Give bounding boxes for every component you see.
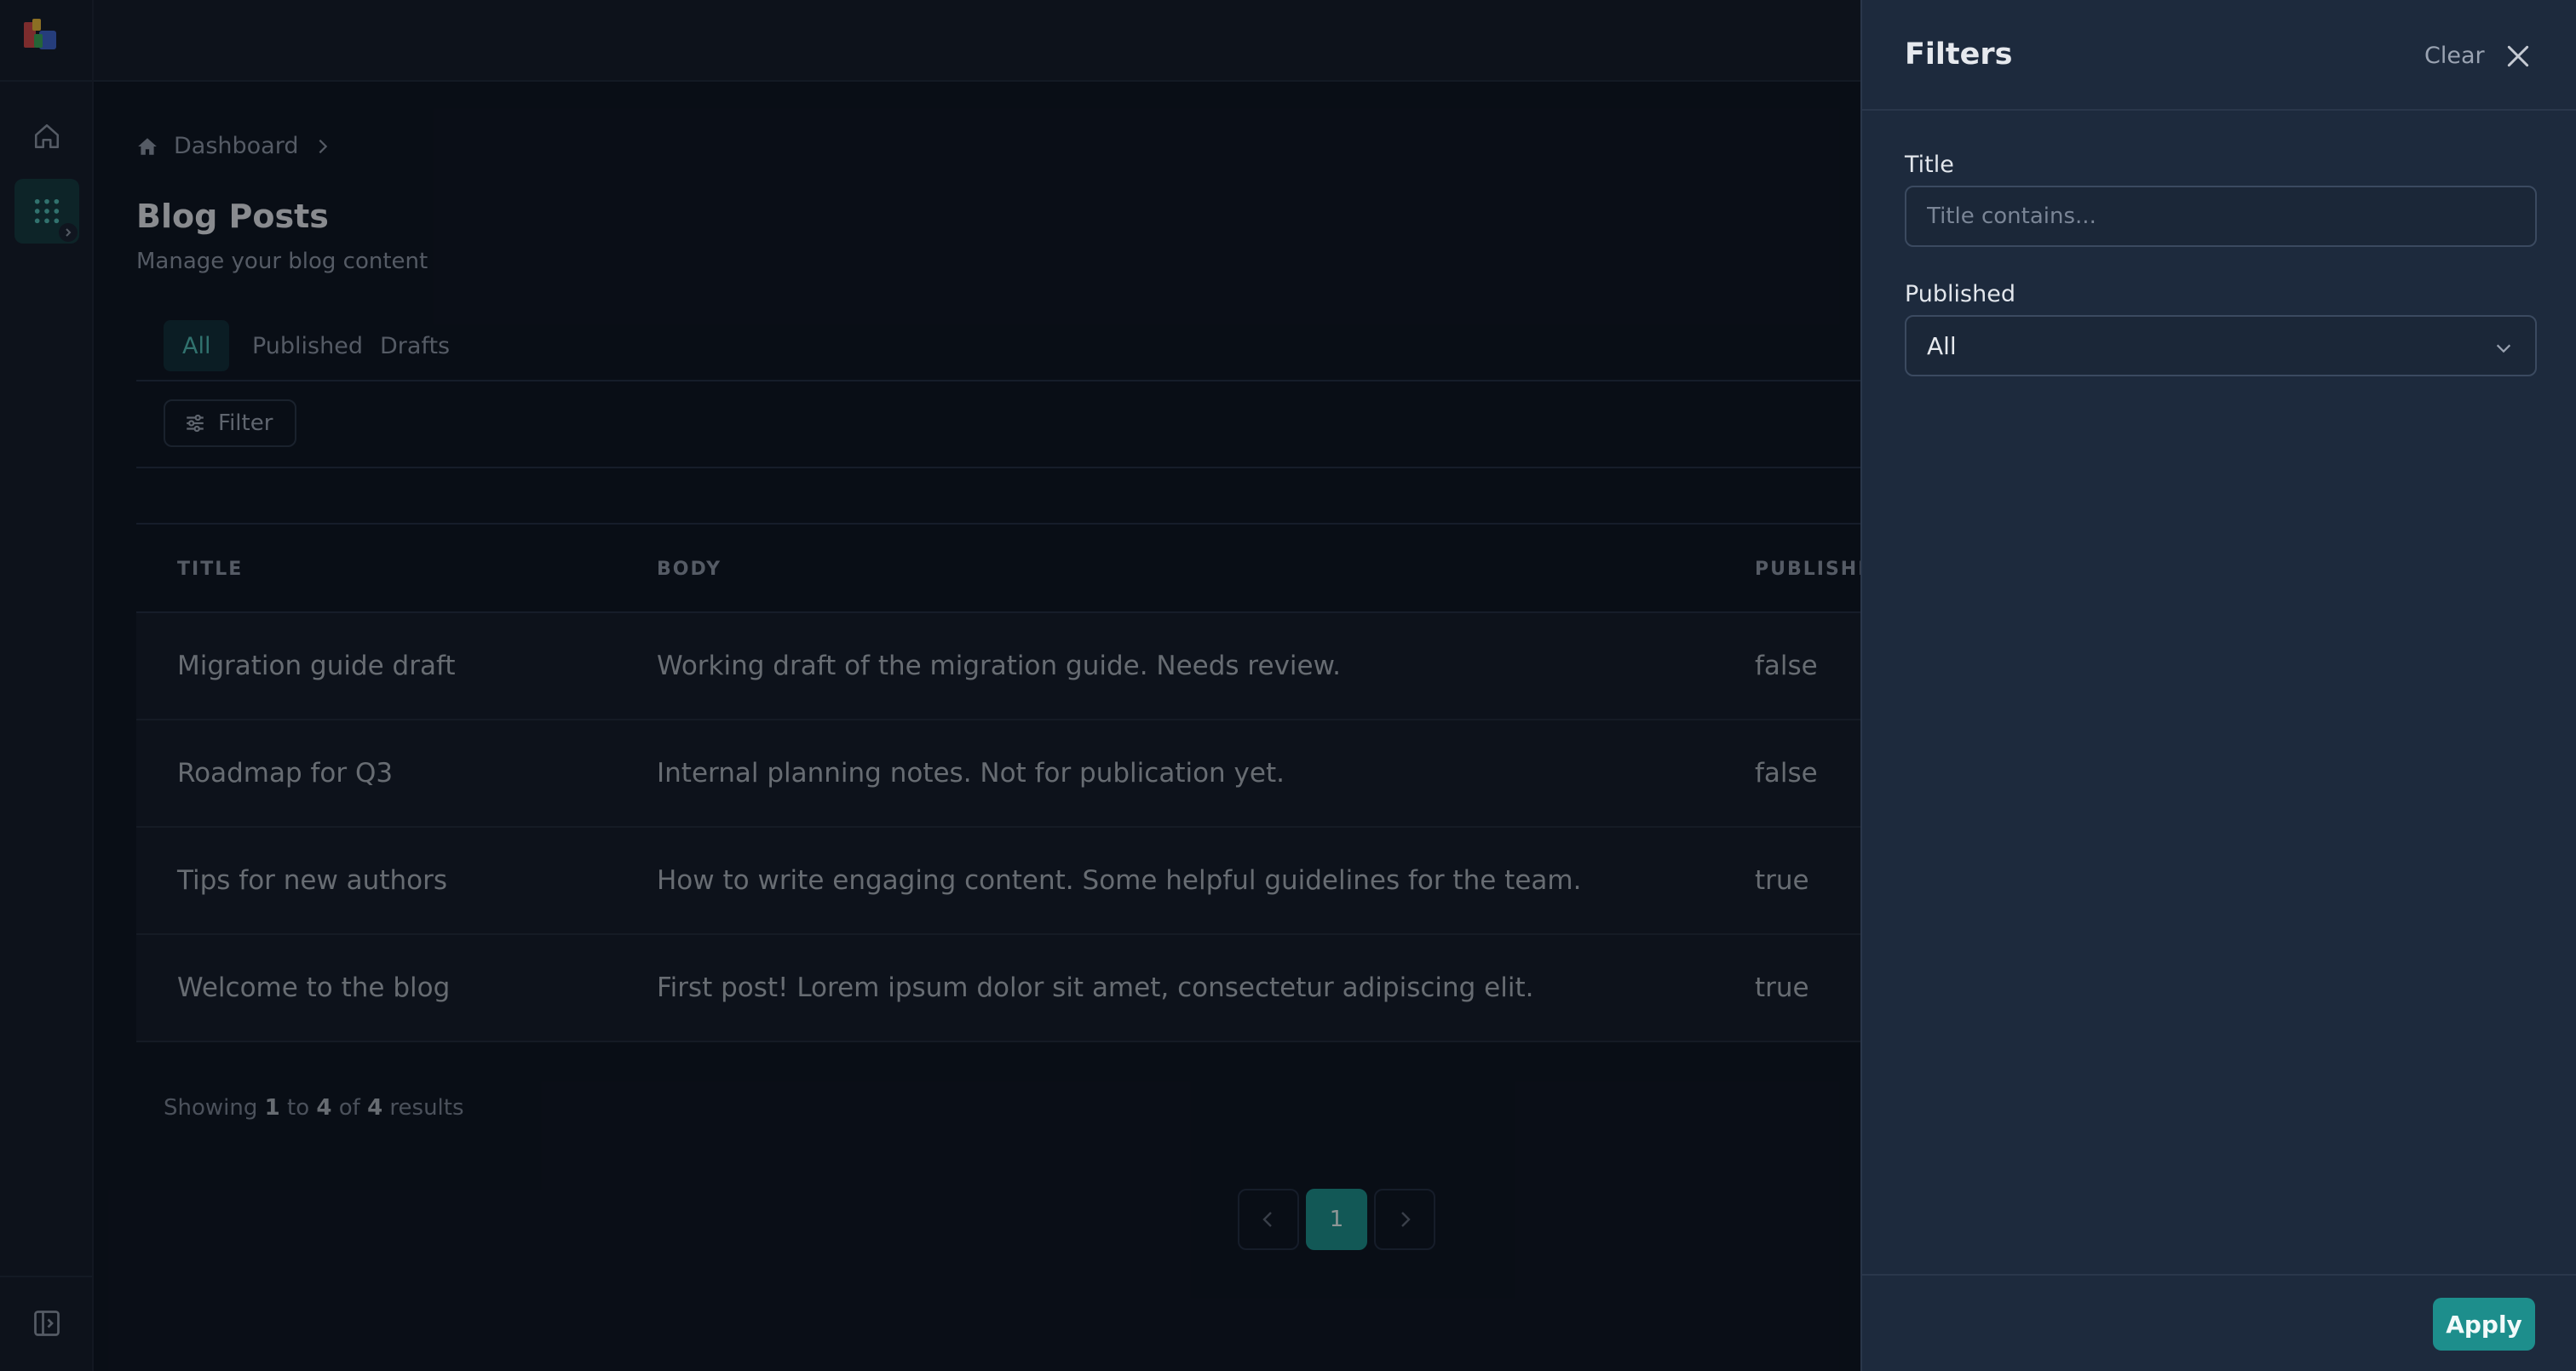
published-field-label: Published bbox=[1905, 281, 2015, 307]
cell-title: Welcome to the blog bbox=[177, 972, 451, 1003]
drawer-header: Filters Clear bbox=[1862, 0, 2576, 111]
results-to: 4 bbox=[316, 1095, 332, 1121]
title-field-label: Title bbox=[1905, 152, 1954, 178]
cell-published: true bbox=[1755, 865, 1809, 896]
cell-body: How to write engaging content. Some help… bbox=[657, 865, 1582, 896]
tab-drafts[interactable]: Drafts bbox=[361, 320, 469, 371]
table-toolbar: Filter bbox=[136, 381, 1925, 468]
chevron-right-icon bbox=[1401, 1212, 1411, 1227]
table-row[interactable]: Roadmap for Q3 Internal planning notes. … bbox=[136, 720, 1925, 828]
home-icon bbox=[34, 123, 60, 149]
page-subtitle: Manage your blog content bbox=[136, 249, 428, 274]
breadcrumb: Dashboard bbox=[136, 133, 332, 159]
sidebar-item-home[interactable] bbox=[14, 104, 79, 169]
results-total: 4 bbox=[367, 1095, 383, 1121]
results-summary: Showing 1 to 4 of 4 results bbox=[164, 1095, 464, 1121]
sidebar-divider bbox=[0, 80, 92, 82]
cell-body: Working draft of the migration guide. Ne… bbox=[657, 651, 1341, 681]
cell-body: First post! Lorem ipsum dolor sit amet, … bbox=[657, 972, 1534, 1003]
cell-body: Internal planning notes. Not for publica… bbox=[657, 758, 1285, 789]
tab-published[interactable]: Published bbox=[233, 320, 382, 371]
sidebar bbox=[0, 0, 94, 1371]
cell-published: true bbox=[1755, 972, 1809, 1003]
posts-table: TITLE BODY PUBLISHE Migration guide draf… bbox=[136, 523, 1925, 1042]
published-select[interactable]: All bbox=[1905, 315, 2537, 376]
column-header-body[interactable]: BODY bbox=[657, 559, 722, 580]
chevron-left-icon bbox=[1262, 1212, 1272, 1227]
page-title: Blog Posts bbox=[136, 198, 329, 235]
table-row[interactable]: Migration guide draft Working draft of t… bbox=[136, 613, 1925, 720]
cell-published: false bbox=[1755, 758, 1818, 789]
table-header: TITLE BODY PUBLISHE bbox=[136, 523, 1925, 613]
column-header-title[interactable]: TITLE bbox=[177, 559, 243, 580]
cell-title: Roadmap for Q3 bbox=[177, 758, 394, 789]
apply-button[interactable]: Apply bbox=[2433, 1298, 2535, 1351]
page-button-current[interactable]: 1 bbox=[1306, 1189, 1367, 1250]
results-from: 1 bbox=[264, 1095, 280, 1121]
cell-title: Tips for new authors bbox=[177, 865, 447, 896]
chevron-down-icon bbox=[2496, 344, 2511, 353]
chevron-right-icon bbox=[319, 139, 328, 153]
sidebar-divider bbox=[0, 1276, 92, 1277]
next-page-button[interactable] bbox=[1374, 1189, 1435, 1250]
drawer-title: Filters bbox=[1905, 37, 2013, 72]
filter-button[interactable]: Filter bbox=[164, 399, 296, 447]
sliders-icon bbox=[187, 414, 204, 433]
table-row[interactable]: Tips for new authors How to write engagi… bbox=[136, 828, 1925, 935]
results-to-word: to bbox=[287, 1095, 310, 1121]
app-logo[interactable] bbox=[17, 12, 65, 60]
cell-title: Migration guide draft bbox=[177, 651, 456, 681]
sidebar-toggle-icon[interactable] bbox=[32, 1308, 62, 1339]
clear-button[interactable]: Clear bbox=[2424, 43, 2485, 69]
drawer-footer: Apply bbox=[1862, 1274, 2576, 1371]
previous-page-button[interactable] bbox=[1238, 1189, 1299, 1250]
cell-published: false bbox=[1755, 651, 1818, 681]
published-select-value: All bbox=[1927, 331, 1957, 360]
column-header-published[interactable]: PUBLISHE bbox=[1755, 559, 1872, 580]
results-suffix: results bbox=[389, 1095, 464, 1121]
breadcrumb-item-dashboard[interactable]: Dashboard bbox=[174, 133, 298, 159]
chevron-right-icon[interactable] bbox=[59, 223, 78, 242]
tab-all[interactable]: All bbox=[164, 320, 230, 371]
filters-drawer: Filters Clear Title Published All Apply bbox=[1860, 0, 2576, 1371]
results-prefix: Showing bbox=[164, 1095, 258, 1121]
tab-bar: All Published Drafts bbox=[136, 305, 1925, 381]
close-icon[interactable] bbox=[2504, 43, 2532, 70]
app-root: Dashboard Blog Posts Manage your blog co… bbox=[0, 0, 2576, 1371]
home-icon[interactable] bbox=[136, 135, 158, 158]
title-input[interactable] bbox=[1905, 186, 2537, 247]
sidebar-item-apps[interactable] bbox=[14, 179, 79, 244]
pagination: 1 bbox=[1238, 1189, 1435, 1250]
table-row[interactable]: Welcome to the blog First post! Lorem ip… bbox=[136, 935, 1925, 1042]
filter-button-label: Filter bbox=[218, 410, 273, 436]
results-of-word: of bbox=[338, 1095, 360, 1121]
grid-icon bbox=[34, 198, 60, 224]
